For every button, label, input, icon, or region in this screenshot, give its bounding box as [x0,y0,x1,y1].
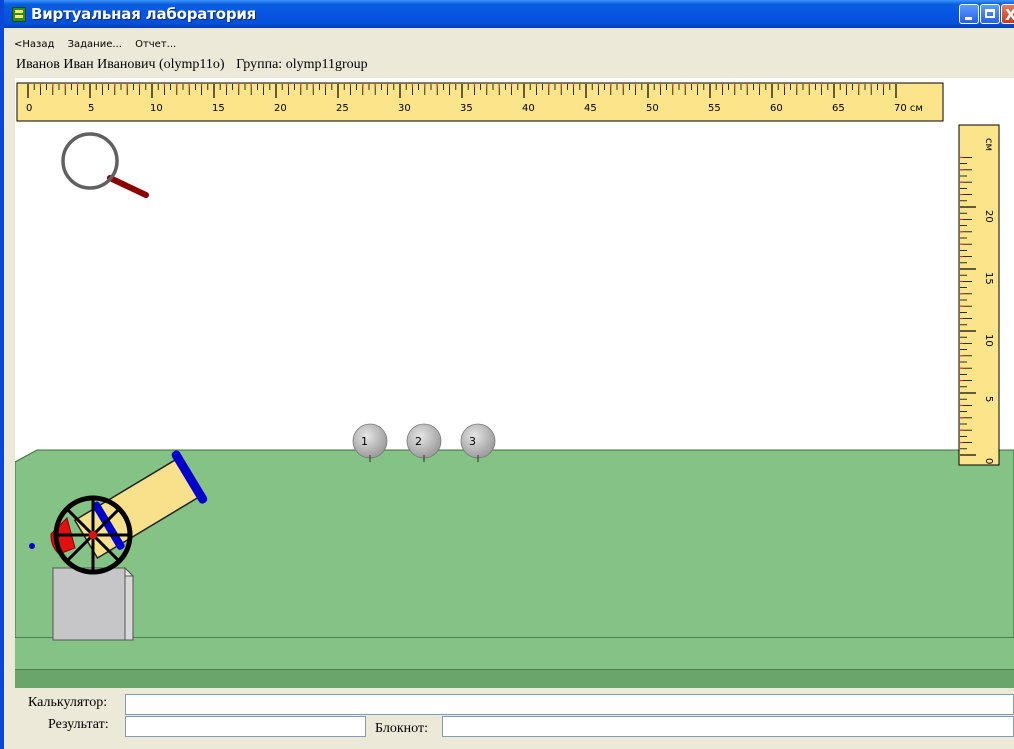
cannon-knob [29,543,35,549]
result-input[interactable] [125,716,366,737]
minimize-button[interactable] [959,4,979,24]
horizontal-ruler-label: 50 [646,103,659,114]
maximize-button[interactable] [980,4,1000,24]
calculator-label: Калькулятор: [28,695,108,710]
horizontal-ruler-label: 60 [770,103,783,114]
horizontal-ruler-label: 30 [398,103,411,114]
user-name: Иванов Иван Иванович (olymp11o) [16,57,225,72]
vertical-ruler-label: 10 [983,334,994,347]
minimize-icon [965,17,972,20]
task-menu-item[interactable]: Задание... [68,39,122,50]
magnifier-handle [107,175,149,198]
horizontal-ruler-label: 20 [274,103,287,114]
horizontal-ruler-label: 55 [708,103,721,114]
horizontal-ruler-label: 5 [88,103,94,114]
horizontal-ruler-label: 70 см [894,103,923,114]
report-menu-item[interactable]: Отчет... [135,39,176,50]
ball-label: 2 [415,435,422,448]
vertical-ruler[interactable]: 0 5 10 15 20 см [958,124,1000,466]
horizontal-ruler-label: 45 [584,103,597,114]
menu-bar: <Назад Задание... Отчет... [8,39,180,53]
window-title: Виртуальная лаборатория [31,5,257,23]
ball-label: 1 [361,435,368,448]
user-group: Группа: olymp11group [236,57,368,72]
horizontal-ruler-label: 0 [26,103,32,114]
vertical-ruler-label: 15 [983,272,994,285]
cannon-wheel-hub [89,531,97,539]
horizontal-ruler-label: 35 [460,103,473,114]
horizontal-ruler-label: 25 [336,103,349,114]
ball-body [352,423,388,459]
back-menu-item[interactable]: <Назад [14,39,54,50]
notebook-label: Блокнот: [375,721,428,736]
magnifier-icon[interactable] [61,132,149,198]
ball-label: 3 [469,435,476,448]
notebook-input[interactable] [442,716,1014,737]
table-front [15,638,1014,670]
horizontal-ruler-label: 65 [832,103,845,114]
pedestal-side [124,566,134,641]
horizontal-ruler-label: 15 [212,103,225,114]
balls-group: 1 2 3 [352,423,496,462]
horizontal-ruler-label: 40 [522,103,535,114]
vertical-ruler-label: 5 [983,396,994,402]
app-icon [12,7,26,22]
close-icon: X [1005,6,1014,24]
table-base [15,670,1014,688]
ball-body [460,423,496,459]
maximize-icon [985,9,995,18]
pedestal-front [52,567,126,641]
user-info: Иванов Иван Иванович (olymp11o) Группа: … [16,57,376,73]
vertical-ruler-label: 20 [983,210,994,223]
horizontal-ruler-body [16,82,944,122]
vertical-ruler-label: 0 [983,458,994,464]
cannon-pedestal [51,566,135,641]
title-bar[interactable]: Виртуальная лаборатория X [4,0,1014,28]
calculator-input[interactable] [125,694,1014,715]
magnifier-lens [61,132,119,190]
result-label: Результат: [48,717,109,732]
close-button[interactable]: X [1001,4,1014,24]
lab-canvas[interactable]: 0 5 10 15 20 25 30 35 40 45 50 55 60 65 70 см 0 5 10 15 20… [15,78,1014,688]
lab-scene: 0 5 10 15 20 25 30 35 40 45 50 55 60 65 70 см 05101520… [15,82,1014,688]
vertical-ruler-unit: см [983,138,994,151]
bottom-panel: Калькулятор: Результат: Блокнот: [4,688,1014,749]
horizontal-ruler-label: 10 [150,103,163,114]
ball-body [406,423,442,459]
horizontal-ruler[interactable]: 0 5 10 15 20 25 30 35 40 45 50 55 60 65 70 см [16,82,944,122]
